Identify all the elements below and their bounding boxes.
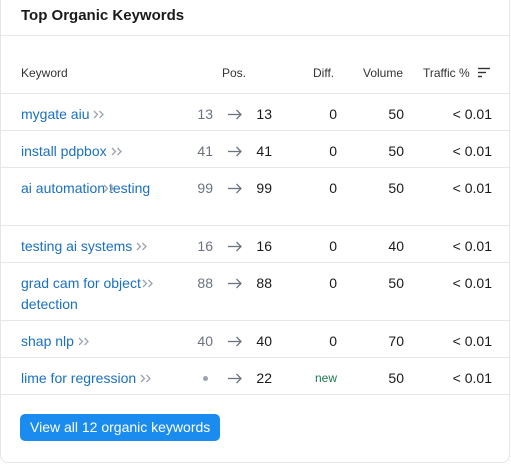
difficulty: 0 xyxy=(329,143,337,159)
keyword-text: ai automation testing xyxy=(21,180,151,196)
current-position: 16 xyxy=(256,238,272,254)
previous-position: 41 xyxy=(197,143,213,159)
keyword-text: shap nlp xyxy=(21,333,74,349)
keyword-link[interactable]: testing ai systems xyxy=(21,236,171,257)
table-row: grad cam for object detection 88 88 0 50… xyxy=(1,263,509,321)
difficulty: 0 xyxy=(329,238,337,254)
keyword-text: install pdpbox xyxy=(21,143,107,159)
previous-position: 88 xyxy=(197,275,213,291)
volume: 50 xyxy=(388,180,404,196)
table-row: shap nlp 40 40 0 70 < 0.01 xyxy=(1,321,509,358)
keyword-link[interactable]: mygate aiu xyxy=(21,104,171,125)
keyword-text: grad cam for object detection xyxy=(21,275,141,312)
current-position: 22 xyxy=(256,370,272,386)
volume: 50 xyxy=(388,106,404,122)
double-chevron-right-icon xyxy=(78,337,89,346)
table-row: mygate aiu 13 13 0 50 < 0.01 xyxy=(1,94,509,131)
previous-position: 16 xyxy=(197,238,213,254)
double-chevron-right-icon xyxy=(140,374,152,383)
current-position: 88 xyxy=(256,275,272,291)
table-row: ai automation testing 99 99 0 50 < 0.01 xyxy=(1,168,509,226)
keyword-link[interactable]: grad cam for object detection xyxy=(21,273,171,315)
title-divider xyxy=(1,35,509,36)
table-header: Keyword Pos. Diff. Volume Traffic % xyxy=(1,57,509,93)
current-position: 40 xyxy=(256,333,272,349)
keyword-text: mygate aiu xyxy=(21,106,90,122)
double-chevron-right-icon xyxy=(103,184,114,193)
current-position: 13 xyxy=(256,106,272,122)
header-keyword: Keyword xyxy=(21,66,68,80)
difficulty: 0 xyxy=(329,333,337,349)
traffic-percent: < 0.01 xyxy=(452,106,492,122)
dot-icon xyxy=(203,376,208,381)
traffic-percent: < 0.01 xyxy=(452,180,492,196)
difficulty: 0 xyxy=(329,180,337,196)
header-pos: Pos. xyxy=(222,66,247,80)
table-row: lime for regression 22 new 50 < 0.01 xyxy=(1,358,509,395)
keywords-table-body: mygate aiu 13 13 0 50 < 0.01 install pdp… xyxy=(1,94,509,395)
previous-position: 99 xyxy=(197,180,213,196)
current-position: 41 xyxy=(256,143,272,159)
header-traffic[interactable]: Traffic % xyxy=(423,66,470,80)
double-chevron-right-icon xyxy=(136,242,148,251)
difficulty: 0 xyxy=(329,275,337,291)
traffic-percent: < 0.01 xyxy=(452,143,492,159)
current-position: 99 xyxy=(256,180,272,196)
table-row: testing ai systems 16 16 0 40 < 0.01 xyxy=(1,226,509,263)
double-chevron-right-icon xyxy=(142,279,153,288)
traffic-percent: < 0.01 xyxy=(452,370,492,386)
sort-icon[interactable] xyxy=(478,67,490,78)
traffic-percent: < 0.01 xyxy=(452,238,492,254)
difficulty: 0 xyxy=(329,106,337,122)
traffic-percent: < 0.01 xyxy=(452,275,492,291)
volume: 50 xyxy=(388,370,404,386)
card-title: Top Organic Keywords xyxy=(21,7,185,24)
keyword-link[interactable]: ai automation testing xyxy=(21,178,171,199)
header-volume: Volume xyxy=(363,66,404,80)
volume: 50 xyxy=(388,143,404,159)
table-row: install pdpbox 41 41 0 50 < 0.01 xyxy=(1,131,509,168)
traffic-percent: < 0.01 xyxy=(452,333,492,349)
keyword-text: lime for regression xyxy=(21,370,137,386)
keyword-link[interactable]: lime for regression xyxy=(21,368,171,389)
view-all-keywords-button[interactable]: View all 12 organic keywords xyxy=(20,414,221,441)
double-chevron-right-icon xyxy=(94,110,105,119)
header-diff: Diff. xyxy=(313,66,335,80)
keyword-link[interactable]: install pdpbox xyxy=(21,141,171,162)
volume: 40 xyxy=(388,238,404,254)
volume: 50 xyxy=(388,275,404,291)
top-organic-keywords-card: Top Organic Keywords Keyword Pos. Diff. … xyxy=(0,0,510,463)
volume: 70 xyxy=(388,333,404,349)
previous-position: 40 xyxy=(197,333,213,349)
previous-position: 13 xyxy=(197,106,213,122)
keyword-text: testing ai systems xyxy=(21,238,133,254)
double-chevron-right-icon xyxy=(111,147,122,156)
keyword-link[interactable]: shap nlp xyxy=(21,331,171,352)
new-badge: new xyxy=(314,371,337,385)
